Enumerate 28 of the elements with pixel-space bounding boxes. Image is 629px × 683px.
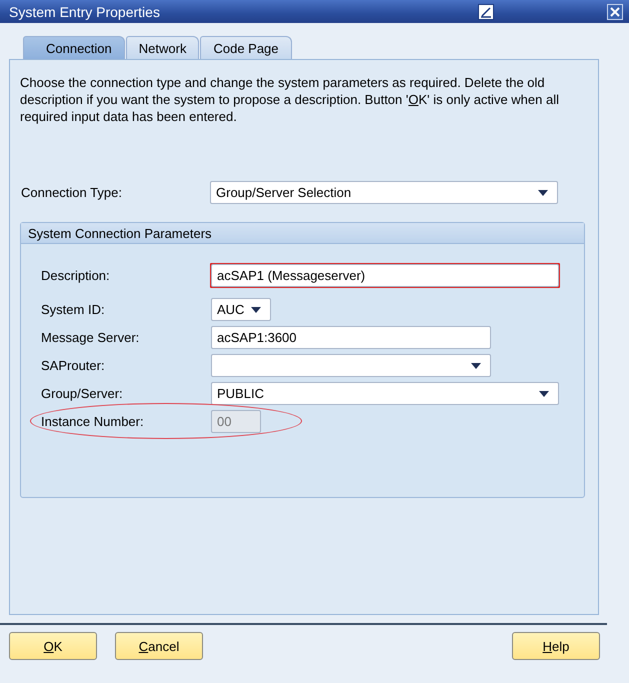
caret-icon xyxy=(471,362,481,368)
caret-icon xyxy=(251,306,261,312)
field-label: Connection Type: xyxy=(20,185,123,200)
dialog-button[interactable]: Help xyxy=(512,632,600,660)
tab[interactable]: Code Page xyxy=(200,36,292,59)
dialog-button[interactable]: OK xyxy=(9,632,97,660)
field-label: Message Server: xyxy=(41,330,140,345)
field-label: Description: xyxy=(41,268,111,283)
input-field[interactable]: acSAP1 (Messageserver) xyxy=(211,264,559,287)
caret-icon xyxy=(538,190,548,196)
dialog-button[interactable]: Cancel xyxy=(115,632,203,660)
tab[interactable]: Network xyxy=(126,36,200,59)
pen-icon[interactable] xyxy=(478,4,494,20)
connection-type-dropdown[interactable]: Group/Server Selection xyxy=(210,181,558,204)
field-label: System ID: xyxy=(41,302,106,317)
field-label: Instance Number: xyxy=(41,414,145,429)
field-label: SAProuter: xyxy=(41,358,106,373)
caret-icon xyxy=(539,390,549,396)
group-title: System Connection Parameters xyxy=(28,226,212,240)
dropdown-field[interactable]: AUC xyxy=(211,298,271,321)
close-icon[interactable] xyxy=(607,4,623,20)
dropdown-field[interactable]: PUBLIC xyxy=(211,382,559,405)
window-title: System Entry Properties xyxy=(9,4,161,20)
input-field[interactable]: acSAP1:3600 xyxy=(211,326,491,349)
instructions-text: Choose the connection type and change the system parameters as required. Delete the old description if you want the system to propose a description. Button 'OK' is only active when all required input data has been entered. xyxy=(20,74,560,125)
dropdown-field[interactable] xyxy=(211,354,491,377)
tab[interactable]: Connection xyxy=(23,36,125,59)
field-label: Group/Server: xyxy=(41,386,124,401)
